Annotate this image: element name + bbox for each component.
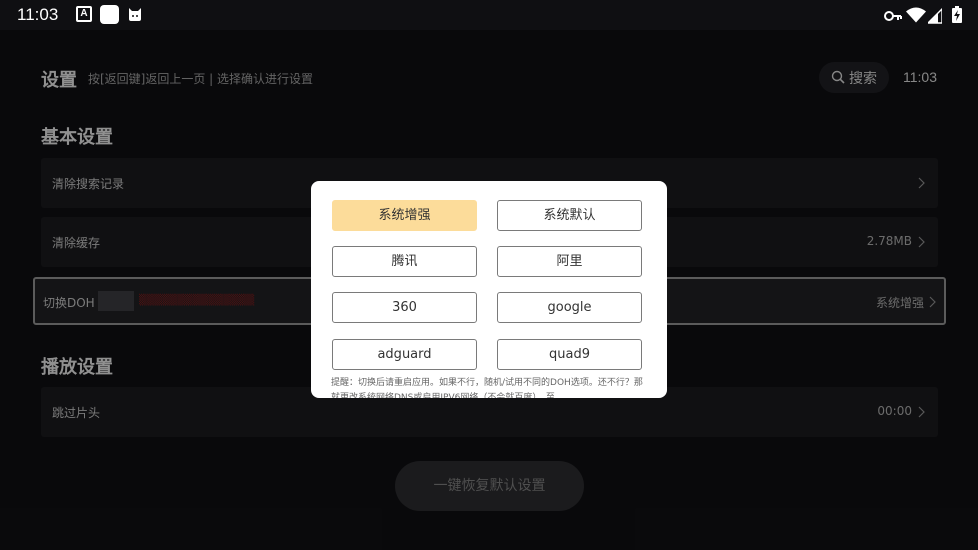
doh-option-aliyun[interactable]: 阿里 <box>497 246 642 277</box>
doh-option-adguard[interactable]: adguard <box>332 339 477 370</box>
doh-option-360[interactable]: 360 <box>332 292 477 323</box>
doh-option-tencent[interactable]: 腾讯 <box>332 246 477 277</box>
doh-option-system-default[interactable]: 系统默认 <box>497 200 642 231</box>
status-time: 11:03 <box>17 5 59 24</box>
doh-option-system-enhanced[interactable]: 系统增强 <box>332 200 477 231</box>
status-bar: 11:03 A <box>0 0 978 30</box>
doh-tip-text: 提醒：切换后请重启应用。如果不行，随机/试用不同的DOH选项。还不行？那就更改系… <box>331 378 643 398</box>
doh-option-google[interactable]: google <box>497 292 642 323</box>
a-box-icon: A <box>76 6 92 22</box>
battery-charging-icon <box>952 6 962 23</box>
key-icon <box>884 11 902 21</box>
doh-option-quad9[interactable]: quad9 <box>497 339 642 370</box>
wifi-icon <box>906 7 926 23</box>
cat-icon <box>129 8 141 21</box>
signal-icon <box>928 8 942 24</box>
square-app-icon <box>100 5 119 24</box>
doh-select-dialog: 系统增强 系统默认 腾讯 阿里 360 google adguard quad9… <box>311 181 667 398</box>
